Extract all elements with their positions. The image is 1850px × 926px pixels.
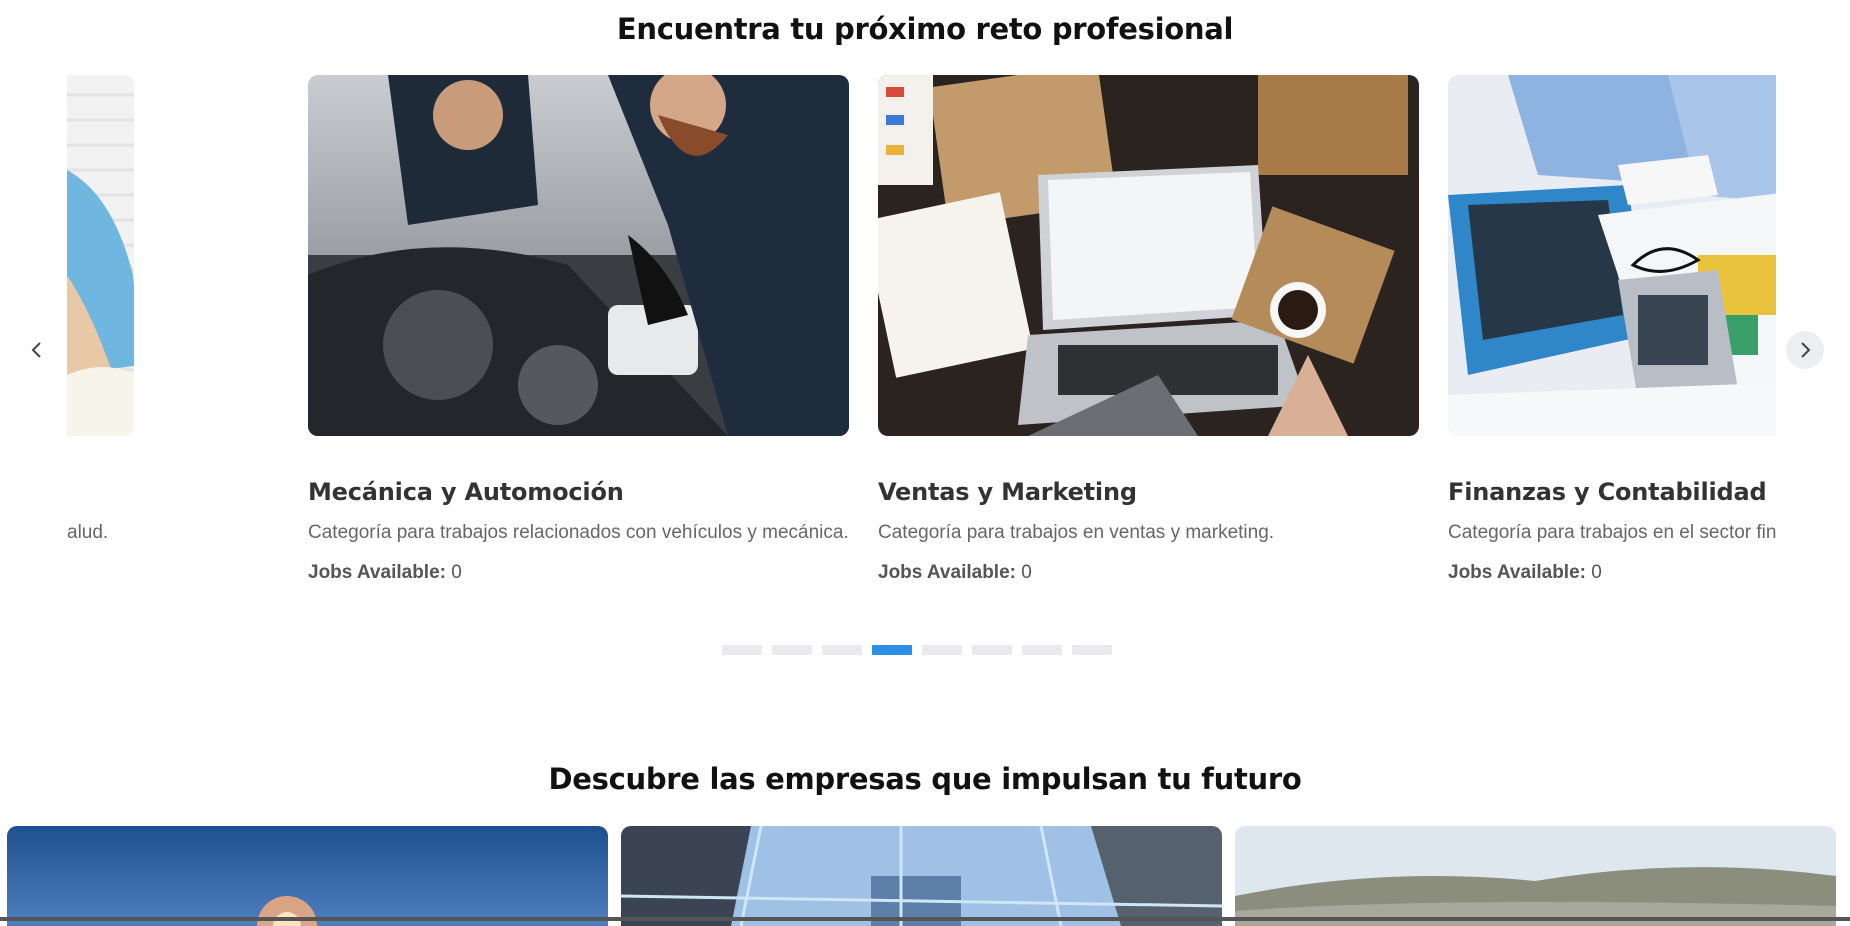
chevron-right-icon: [1801, 342, 1811, 358]
jobs-label: Jobs Available:: [878, 562, 1016, 583]
category-description: Categoría para trabajos relacionados con…: [308, 522, 849, 543]
category-card-partial[interactable]: alud.: [67, 75, 134, 543]
carousel-dot[interactable]: [922, 645, 962, 655]
page-scroll-indicator: [0, 917, 1850, 921]
section-title-companies: Descubre las empresas que impulsan tu fu…: [548, 762, 1302, 796]
carousel-dot[interactable]: [822, 645, 862, 655]
carousel-dot[interactable]: [722, 645, 762, 655]
carousel-dot[interactable]: [972, 645, 1012, 655]
company-card[interactable]: [621, 826, 1222, 926]
jobs-available: Jobs Available: 0: [878, 562, 1032, 584]
category-carousel: alud. Mecánica y Automoción Categoría pa…: [67, 75, 1776, 595]
carousel-dot[interactable]: [772, 645, 812, 655]
category-card-finanzas[interactable]: Finanzas y Contabilidad Categoría para t…: [1448, 75, 1776, 583]
carousel-dot[interactable]: [1022, 645, 1062, 655]
chevron-left-icon: [31, 342, 41, 358]
jobs-label: Jobs Available:: [1448, 562, 1586, 583]
jobs-available: Jobs Available: 0: [308, 562, 462, 584]
company-card[interactable]: [7, 826, 608, 926]
category-card-mecanica[interactable]: Mecánica y Automoción Categoría para tra…: [308, 75, 849, 583]
carousel-dot[interactable]: [1072, 645, 1112, 655]
jobs-count: 0: [1591, 562, 1602, 583]
jobs-count: 0: [1021, 562, 1032, 583]
jobs-label: Jobs Available:: [308, 562, 446, 583]
category-image-mecanica: [308, 75, 849, 436]
category-card-ventas[interactable]: Ventas y Marketing Categoría para trabaj…: [878, 75, 1419, 583]
jobs-count: 0: [451, 562, 462, 583]
jobs-available: Jobs Available: 0: [1448, 562, 1602, 584]
category-image-finanzas: [1448, 75, 1776, 436]
company-card[interactable]: [1235, 826, 1836, 926]
section-title-categories: Encuentra tu próximo reto profesional: [616, 12, 1234, 46]
category-title: Mecánica y Automoción: [308, 478, 624, 506]
category-image-ventas: [878, 75, 1419, 436]
carousel-pagination: [722, 645, 1112, 655]
category-title: Ventas y Marketing: [878, 478, 1137, 506]
category-description: alud.: [67, 522, 109, 543]
category-description: Categoría para trabajos en el sector fin…: [1448, 522, 1776, 543]
category-image-health: [67, 75, 134, 436]
category-description: Categoría para trabajos en ventas y mark…: [878, 522, 1275, 543]
category-title: Finanzas y Contabilidad: [1448, 478, 1767, 506]
carousel-prev-button[interactable]: [18, 331, 56, 369]
carousel-dot[interactable]: [872, 645, 912, 655]
carousel-next-button[interactable]: [1786, 331, 1824, 369]
